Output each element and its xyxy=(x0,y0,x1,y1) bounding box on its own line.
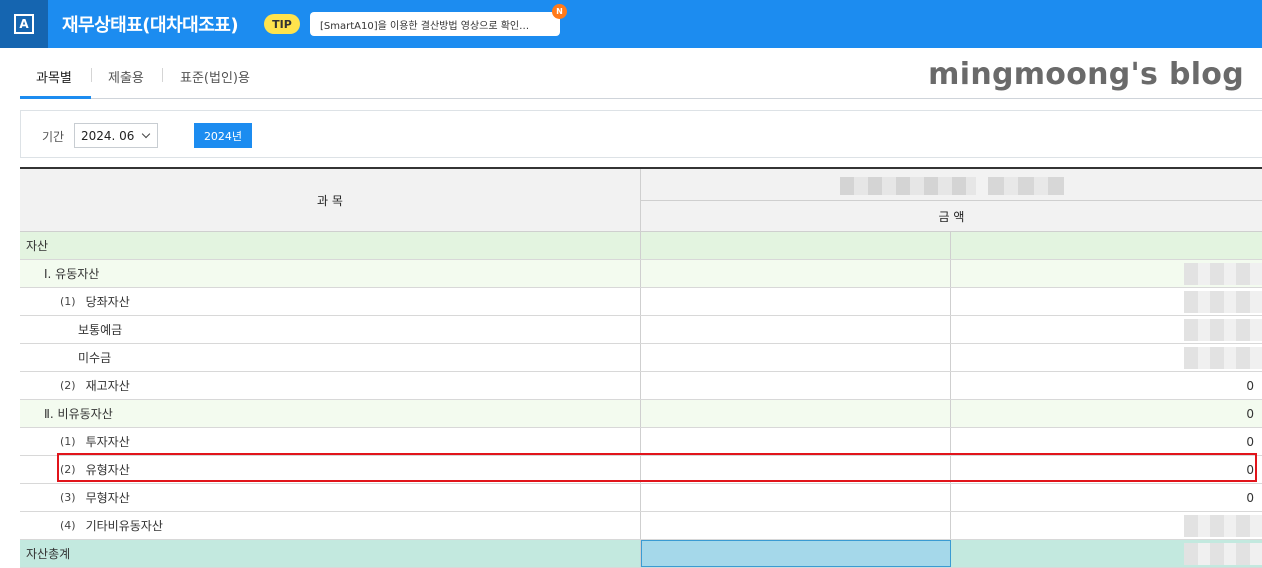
row-number: (1) xyxy=(60,435,76,448)
redacted-company-name xyxy=(988,177,1064,195)
row-cell xyxy=(641,344,951,371)
row-label: 투자자산 xyxy=(85,435,130,449)
row-amount xyxy=(951,344,1262,371)
row-amount xyxy=(951,288,1262,315)
table-row[interactable]: (1) 당좌자산 xyxy=(20,288,1262,316)
row-label: 무형자산 xyxy=(85,491,130,505)
row-label: 자산총계 xyxy=(26,547,71,561)
row-cell xyxy=(641,484,951,511)
period-select[interactable]: 2024. 06 xyxy=(74,123,158,148)
row-label: 기타비유동자산 xyxy=(85,519,163,533)
balance-sheet-table: 과 목 금 액 자산 Ⅰ. 유동자산 (1) 당좌자산 보통예금 미수금 (2)… xyxy=(20,167,1262,568)
row-cell xyxy=(641,316,951,343)
row-cell xyxy=(641,260,951,287)
row-cell xyxy=(641,512,951,539)
redacted-amount xyxy=(1184,515,1262,537)
row-label: 자산 xyxy=(26,239,49,253)
redacted-amount xyxy=(1184,263,1262,285)
row-label: 미수금 xyxy=(78,351,112,365)
row-cell xyxy=(641,400,951,427)
header-subject: 과 목 xyxy=(20,169,641,232)
redacted-amount xyxy=(1184,291,1262,313)
blog-watermark: mingmoong's blog xyxy=(928,57,1244,92)
row-label: 당좌자산 xyxy=(85,295,130,309)
row-amount xyxy=(951,316,1262,343)
row-label: 유형자산 xyxy=(85,463,130,477)
app-icon: A xyxy=(14,14,34,34)
row-amount: 0 xyxy=(1246,462,1254,477)
tab-divider xyxy=(91,68,92,82)
header-amount: 금 액 xyxy=(641,201,1262,232)
new-badge: N xyxy=(552,4,567,19)
tab-submission[interactable]: 제출용 xyxy=(108,67,144,86)
redacted-amount xyxy=(1184,319,1262,341)
row-amount xyxy=(951,260,1262,287)
row-cell xyxy=(641,428,951,455)
tip-text: [SmartA10]을 이용한 결산방법 영상으로 확인… xyxy=(320,20,530,32)
redacted-company-name xyxy=(840,177,976,195)
row-label: 보통예금 xyxy=(78,323,123,337)
table-row[interactable]: Ⅱ. 비유동자산 0 xyxy=(20,400,1262,428)
year-button[interactable]: 2024년 xyxy=(194,123,252,148)
row-number: (4) xyxy=(60,519,76,532)
period-value: 2024. 06 xyxy=(81,128,135,143)
row-amount: 0 xyxy=(1246,378,1254,393)
selected-cell[interactable] xyxy=(641,540,951,567)
table-row[interactable]: 보통예금 xyxy=(20,316,1262,344)
row-label: Ⅰ. 유동자산 xyxy=(44,267,100,281)
tab-standard-corp[interactable]: 표준(법인)용 xyxy=(180,67,250,86)
top-bar: A 재무상태표(대차대조표) TIP [SmartA10]을 이용한 결산방법 … xyxy=(0,0,1262,48)
chevron-down-icon xyxy=(141,129,151,139)
tab-divider xyxy=(162,68,163,82)
tab-by-account[interactable]: 과목별 xyxy=(36,67,72,86)
table-row-total[interactable]: 자산총계 xyxy=(20,540,1262,568)
row-number: (2) xyxy=(60,463,76,476)
table-body: 자산 Ⅰ. 유동자산 (1) 당좌자산 보통예금 미수금 (2) 재고자산 0 xyxy=(20,232,1262,568)
tip-link[interactable]: [SmartA10]을 이용한 결산방법 영상으로 확인… xyxy=(310,12,560,36)
page-title: 재무상태표(대차대조표) xyxy=(62,15,239,36)
row-cell xyxy=(641,372,951,399)
table-row[interactable]: 미수금 xyxy=(20,344,1262,372)
row-number: (3) xyxy=(60,491,76,504)
row-label: Ⅱ. 비유동자산 xyxy=(44,407,113,421)
row-amount: 0 xyxy=(1246,434,1254,449)
row-amount: 0 xyxy=(1246,490,1254,505)
period-label: 기간 xyxy=(42,130,65,144)
row-amount xyxy=(951,232,1262,259)
table-row[interactable]: (3) 무형자산 0 xyxy=(20,484,1262,512)
row-label: 재고자산 xyxy=(85,379,130,393)
row-cell xyxy=(641,288,951,315)
row-cell xyxy=(641,456,951,483)
table-row[interactable]: (2) 유형자산 0 xyxy=(20,456,1262,484)
table-row[interactable]: (1) 투자자산 0 xyxy=(20,428,1262,456)
tip-badge: TIP xyxy=(264,14,300,34)
row-amount: 0 xyxy=(1246,406,1254,421)
table-row[interactable]: 자산 xyxy=(20,232,1262,260)
row-amount xyxy=(951,540,1262,567)
row-cell xyxy=(641,232,951,259)
row-number: (1) xyxy=(60,295,76,308)
table-row[interactable]: (2) 재고자산 0 xyxy=(20,372,1262,400)
redacted-amount xyxy=(1184,543,1262,565)
row-number: (2) xyxy=(60,379,76,392)
row-amount xyxy=(951,512,1262,539)
header-company xyxy=(641,169,1262,201)
table-row[interactable]: Ⅰ. 유동자산 xyxy=(20,260,1262,288)
app-menu-button[interactable]: A xyxy=(0,0,48,48)
redacted-amount xyxy=(1184,347,1262,369)
active-tab-indicator xyxy=(20,96,91,99)
table-row[interactable]: (4) 기타비유동자산 xyxy=(20,512,1262,540)
filter-panel: 기간 2024. 06 2024년 xyxy=(20,110,1262,158)
